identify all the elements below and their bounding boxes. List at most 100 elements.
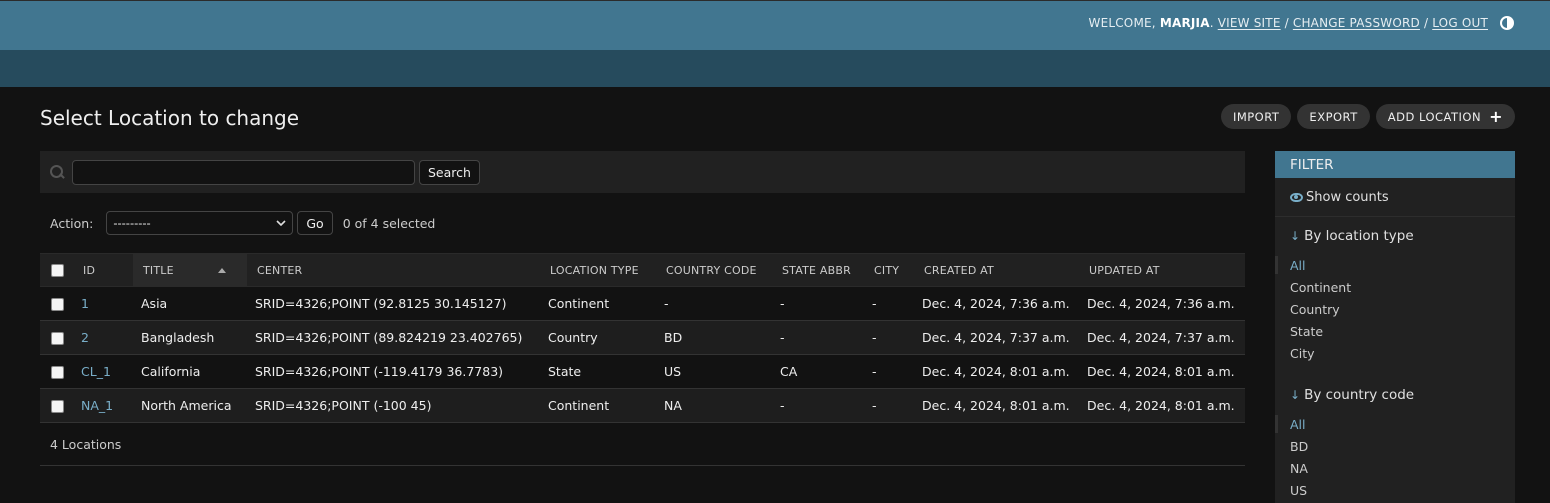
site-header: WELCOME, MARJIA . VIEW SITE / CHANGE PAS… [0,0,1550,50]
row-location-type: State [540,354,656,389]
filter-option-all[interactable]: All [1275,413,1515,435]
plus-icon: + [1489,107,1503,126]
filter-heading-location-type[interactable]: ↓ By location type [1275,226,1515,246]
username: MARJIA [1159,16,1210,30]
arrow-down-icon: ↓ [1290,229,1301,243]
filter-option-na[interactable]: NA [1290,457,1515,479]
filter-option-continent[interactable]: Continent [1290,276,1515,298]
object-tools: IMPORT EXPORT ADD LOCATION + [1220,104,1515,129]
row-center: SRID=4326;POINT (-119.4179 36.7783) [247,354,540,389]
column-header-title[interactable]: TITLE [133,253,247,287]
row-checkbox[interactable] [51,366,64,379]
row-updated-at: Dec. 4, 2024, 8:01 a.m. [1079,388,1245,423]
row-created-at: Dec. 4, 2024, 8:01 a.m. [914,354,1079,389]
row-created-at: Dec. 4, 2024, 7:36 a.m. [914,286,1079,321]
row-created-at: Dec. 4, 2024, 8:01 a.m. [914,388,1079,423]
filter-option-us[interactable]: US [1290,479,1515,501]
paginator: 4 Locations [40,423,1245,466]
row-location-type: Country [540,320,656,355]
column-header-label: CITY [874,263,900,277]
sort-ascending-icon[interactable] [217,268,226,273]
search-toolbar: Search [40,151,1245,193]
filter-option-state[interactable]: State [1290,320,1515,342]
chevron-down-icon [276,220,286,226]
filter-list-location-type: All Continent Country State City [1275,254,1515,364]
search-input[interactable] [72,159,415,185]
row-title: California [133,354,247,389]
theme-toggle-icon[interactable] [1500,16,1514,30]
row-state-abbr: - [772,286,864,321]
row-state-abbr: CA [772,354,864,389]
row-checkbox[interactable] [51,298,64,311]
row-select-cell [40,388,74,423]
change-password-link[interactable]: CHANGE PASSWORD [1293,16,1420,30]
welcome-text: WELCOME, [1088,16,1156,30]
row-state-abbr: - [772,320,864,355]
add-location-button[interactable]: ADD LOCATION + [1375,104,1515,129]
column-header-label: STATE ABBR [782,263,851,277]
row-center: SRID=4326;POINT (92.8125 30.145127) [247,286,540,321]
row-checkbox[interactable] [51,332,64,345]
export-button[interactable]: EXPORT [1297,104,1370,129]
search-button[interactable]: Search [419,159,480,185]
row-id-link[interactable]: 2 [81,330,89,345]
breadcrumb-bar [0,50,1550,87]
selection-count: 0 of 4 selected [342,215,436,231]
row-state-abbr: - [772,388,864,423]
go-button[interactable]: Go [297,211,333,235]
column-header-id[interactable]: ID [74,253,133,287]
column-header-state-abbr[interactable]: STATE ABBR [772,253,864,287]
add-location-label: ADD LOCATION [1387,109,1482,124]
filter-heading-label: By location type [1304,228,1414,244]
row-city: - [864,286,914,321]
filter-title: FILTER [1275,151,1515,178]
row-select-cell [40,354,74,389]
row-updated-at: Dec. 4, 2024, 8:01 a.m. [1079,354,1245,389]
row-title: Bangladesh [133,320,247,355]
select-all-checkbox[interactable] [51,263,64,277]
filter-option-bd[interactable]: BD [1290,435,1515,457]
column-header-city[interactable]: CITY [864,253,914,287]
row-created-at: Dec. 4, 2024, 7:37 a.m. [914,320,1079,355]
row-location-type: Continent [540,286,656,321]
log-out-link[interactable]: LOG OUT [1432,16,1488,30]
row-country-code: NA [656,388,772,423]
arrow-down-icon: ↓ [1290,388,1301,402]
column-header-location-type[interactable]: LOCATION TYPE [540,253,656,287]
filter-option-country[interactable]: Country [1290,298,1515,320]
column-header-updated-at[interactable]: UPDATED AT [1079,253,1245,287]
eye-icon [1290,192,1303,202]
row-id-link[interactable]: 1 [81,296,89,311]
result-count: 4 Locations [50,436,122,452]
column-header-label: ID [83,263,96,277]
filter-option-all[interactable]: All [1275,254,1515,276]
column-header-label: CREATED AT [924,263,994,277]
table-row: NA_1 North America SRID=4326;POINT (-100… [40,388,1245,423]
row-updated-at: Dec. 4, 2024, 7:36 a.m. [1079,286,1245,321]
show-counts-label: Show counts [1306,189,1389,205]
row-location-type: Continent [540,388,656,423]
import-button[interactable]: IMPORT [1220,104,1292,129]
separator: / [1284,16,1289,30]
row-id-link[interactable]: CL_1 [81,364,111,379]
column-header-country-code[interactable]: COUNTRY CODE [656,253,772,287]
row-id-link[interactable]: NA_1 [81,398,113,413]
column-header-created-at[interactable]: CREATED AT [914,253,1079,287]
row-center: SRID=4326;POINT (-100 45) [247,388,540,423]
row-checkbox[interactable] [51,400,64,413]
action-select[interactable]: --------- [106,211,294,235]
table-row: 2 Bangladesh SRID=4326;POINT (89.824219 … [40,320,1245,355]
row-city: - [864,354,914,389]
show-counts-link[interactable]: Show counts [1275,178,1515,217]
column-header-label: UPDATED AT [1089,263,1160,277]
column-header-center[interactable]: CENTER [247,253,540,287]
row-city: - [864,388,914,423]
row-select-cell [40,286,74,321]
search-icon [50,165,64,179]
filter-option-city[interactable]: City [1290,342,1515,364]
filter-heading-country-code[interactable]: ↓ By country code [1275,385,1515,405]
export-label: EXPORT [1309,109,1358,124]
action-selected-option: --------- [113,216,151,230]
view-site-link[interactable]: VIEW SITE [1218,16,1281,30]
column-header-label: CENTER [257,263,303,277]
